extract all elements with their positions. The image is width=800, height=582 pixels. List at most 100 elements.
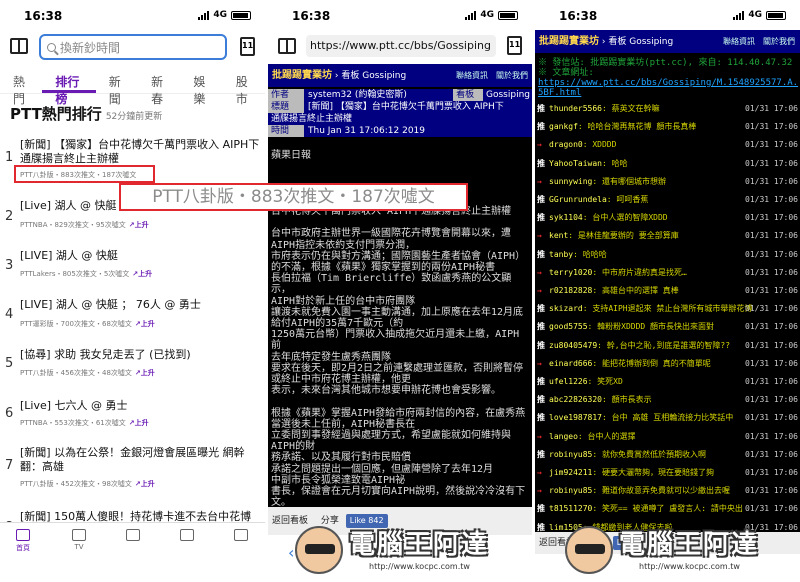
comment-time: 01/31 17:06	[745, 267, 798, 277]
comment-time: 01/31 17:06	[745, 431, 798, 441]
board-link[interactable]: 看板 Gossiping	[608, 37, 673, 47]
search-input[interactable]: 換新鈔時間	[39, 34, 227, 60]
comment-text: : 韓粉粉XDDDD 顏市長快出來面對	[587, 322, 715, 332]
push-type: →	[537, 431, 542, 441]
bottom-nav: 首頁 TV	[0, 522, 265, 577]
tab-hot[interactable]: 熱門	[0, 66, 42, 106]
push-type: →	[537, 486, 542, 496]
page-title: PTT熱門排行 52分鐘前更新	[10, 105, 163, 123]
comment-text: : XDDDD	[582, 140, 617, 150]
tabs-count-icon[interactable]: 11	[507, 36, 522, 55]
comment-row: 推 tanby: 哈哈哈 01/31 17:06	[535, 249, 800, 261]
status-time: 16:38	[559, 9, 598, 23]
nav-item-3[interactable]	[118, 529, 148, 543]
nav-item-4[interactable]	[172, 529, 202, 543]
comment-time: 01/31 17:06	[745, 231, 798, 241]
url-input[interactable]: https://www.ptt.cc/bbs/Gossiping	[306, 35, 496, 57]
comment-time: 01/31 17:06	[745, 304, 798, 314]
comment-text: : 台中 高雄 互相輪流接力比笑話中	[601, 413, 734, 423]
nav-item-5[interactable]	[226, 529, 256, 543]
board-link[interactable]: 看板 Gossiping	[341, 71, 406, 81]
comment-text: : 顏市長表示	[601, 395, 652, 405]
comment-time: 01/31 17:06	[745, 104, 798, 113]
contact-link[interactable]: 聯絡資訊	[456, 64, 488, 87]
comment-row: → terry1020: 中市府片違約真是找死… 01/31 17:06	[535, 267, 800, 279]
tab-entertainment[interactable]: 娛樂	[180, 66, 222, 106]
comment-text: : 是林佳龍要辦的 要全部算庫	[568, 231, 679, 241]
status-time: 16:38	[24, 9, 63, 23]
comment-text: : 蔡英文在幹嘛	[601, 104, 660, 113]
nav-tv[interactable]: TV	[64, 529, 94, 551]
push-type: 推	[537, 195, 545, 204]
site-logo[interactable]: 批踢踢實業坊	[272, 70, 332, 81]
browser-panel-article: 16:38 4G https://www.ptt.cc/bbs/Gossipin…	[268, 0, 532, 577]
comment-user: dragon0	[549, 140, 583, 150]
status-bar: 16:38 4G	[268, 0, 532, 30]
about-link[interactable]: 關於我們	[496, 64, 528, 87]
back-icon[interactable]: ‹	[288, 543, 294, 562]
search-bar: 換新鈔時間 11	[0, 34, 265, 64]
comment-user: kent	[549, 231, 569, 241]
star-icon	[180, 529, 194, 541]
push-type: 推	[537, 413, 545, 423]
comment-time: 01/31 17:06	[745, 249, 798, 259]
comment-text: : 還有哪個城市想辦	[592, 176, 666, 186]
push-type: 推	[537, 213, 545, 223]
comment-user: jim924211	[549, 468, 593, 477]
book-icon[interactable]	[10, 38, 28, 54]
tabs-count-icon[interactable]: 11	[240, 37, 255, 56]
article-url-link[interactable]: https://www.ptt.cc/bbs/Gossiping/M.15489…	[538, 78, 800, 98]
comment-time: 01/31 17:06	[745, 122, 798, 132]
signal-icon	[465, 10, 477, 20]
comment-time: 01/31 17:06	[745, 158, 798, 168]
contact-link[interactable]: 聯絡資訊	[723, 30, 755, 53]
comment-time: 01/31 17:06	[745, 322, 798, 332]
push-type: →	[537, 176, 542, 186]
comment-row: → sunnywing: 還有哪個城市想辦 01/31 17:06	[535, 176, 800, 188]
battery-icon	[766, 10, 786, 20]
watermark-logo: 電腦王阿達 http://www.kocpc.com.tw	[565, 522, 795, 582]
comment-text: : 高雄台中的選擇 真棒	[592, 286, 679, 295]
comment-row: → kent: 是林佳龍要辦的 要全部算庫 01/31 17:06	[535, 230, 800, 242]
comment-user: sunnywing	[549, 176, 593, 186]
comment-time: 01/31 17:06	[745, 468, 798, 477]
nav-home[interactable]: 首頁	[8, 529, 38, 553]
meta-author: 作者 system32 (約翰史密斯) 看板 Gossiping	[268, 89, 532, 101]
comment-text: : 笑死XD	[587, 377, 623, 386]
comment-text: : 哈哈哈	[573, 249, 607, 259]
battery-icon	[498, 10, 518, 20]
push-type: 推	[537, 449, 545, 459]
comment-text: : 難道你故意弄免費就可以少繳出去喔	[592, 486, 730, 496]
comment-row: → jim924211: 硬要大灑幣夠，現在要賠錢了夠 01/31 17:06	[535, 467, 800, 479]
tab-ranking[interactable]: 排行榜	[42, 66, 96, 106]
comment-user: ufel1226	[549, 377, 588, 386]
comment-user: skizard	[549, 304, 583, 314]
comment-row: 推 GGrunrundela: 呵呵香蕉 01/31 17:06	[535, 194, 800, 206]
trend-up-icon: ↗上升	[134, 480, 155, 488]
comment-row: 推 good5755: 韓粉粉XDDDD 顏市長快出來面對 01/31 17:06	[535, 321, 800, 333]
comment-text: : 笑死== 被通噂了 盧發言人: 請中央出	[592, 504, 743, 514]
comment-text: : 哈哈台灣再無花博 顏市長真棒	[577, 122, 697, 132]
comment-time: 01/31 17:06	[745, 413, 798, 423]
book-icon[interactable]	[278, 38, 296, 54]
comment-user: YahooTaiwan	[549, 158, 602, 168]
tab-new-year[interactable]: 新春	[138, 66, 180, 106]
comment-row: 推 gankgf: 哈哈台灣再無花博 顏市長真棒 01/31 17:06	[535, 121, 800, 133]
push-type: 推	[537, 158, 545, 168]
site-logo[interactable]: 批踢踢實業坊	[539, 36, 599, 47]
comment-row: → dragon0: XDDDD 01/31 17:06	[535, 139, 800, 151]
comment-row: 推 love1987817: 台中 高雄 互相輪流接力比笑話中 01/31 17:0…	[535, 412, 800, 424]
tab-stocks[interactable]: 股市	[223, 66, 265, 106]
push-type: →	[537, 267, 542, 277]
comment-row: 推 zu80405479: 幹,台中之恥,到底是誰選的智障?? 01/31 17:0…	[535, 340, 800, 352]
comment-user: r02182828	[549, 286, 593, 295]
push-type: 推	[537, 104, 545, 113]
comment-time: 01/31 17:06	[745, 286, 798, 295]
status-time: 16:38	[292, 9, 331, 23]
comment-row: 推 skizard: 支持AIPH退起來 禁止台灣所有城市舉辦花博 01/31 17…	[535, 303, 800, 315]
trend-up-icon: ↗上升	[132, 270, 153, 278]
push-type: 推	[537, 504, 545, 514]
tab-news[interactable]: 新聞	[96, 66, 138, 106]
about-link[interactable]: 關於我們	[763, 30, 795, 53]
tv-icon	[72, 529, 86, 541]
